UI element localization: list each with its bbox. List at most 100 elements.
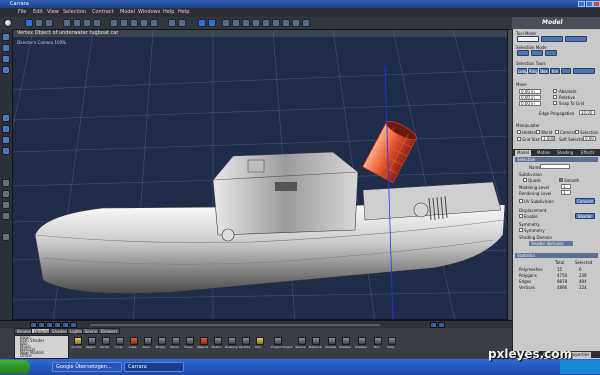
hand-icon[interactable] (2, 212, 10, 220)
display-icon[interactable] (252, 19, 260, 27)
task-google[interactable]: Google Übersetzgen... (52, 362, 122, 372)
select-tool-icon[interactable] (63, 19, 71, 27)
sel-extra-button[interactable] (561, 68, 571, 74)
render-area-icon[interactable] (208, 19, 216, 27)
preview-icon[interactable] (282, 19, 290, 27)
lib-item-cone[interactable]: Cone (115, 337, 124, 349)
lib-item-plane[interactable]: Plane (170, 337, 180, 349)
task-carrara[interactable]: Carrara (124, 362, 184, 372)
sel-loop-button[interactable]: Loop (517, 68, 528, 74)
name-field[interactable] (540, 164, 570, 169)
lib-item-tool[interactable]: Tool (374, 337, 382, 349)
lib-item-drawing[interactable]: Drawing (225, 337, 237, 349)
tab-shading[interactable]: Shading (555, 150, 575, 156)
lib-item-network[interactable]: Network (309, 337, 322, 349)
sel-mode-vertex[interactable] (517, 50, 529, 56)
fog-icon[interactable] (272, 19, 280, 27)
rotate-icon[interactable] (2, 55, 10, 63)
move-x-field[interactable]: 0.00 in (519, 89, 541, 94)
cone-icon[interactable] (93, 19, 101, 27)
maximize-icon[interactable] (586, 1, 593, 7)
lib-item-shadow-2[interactable]: Shadow (355, 337, 367, 349)
move-icon[interactable] (2, 44, 10, 52)
quads-radio[interactable] (523, 178, 527, 182)
cylinder-icon[interactable] (120, 19, 128, 27)
lib-item-magnet[interactable]: Magnet (197, 337, 208, 349)
relative-radio[interactable] (553, 95, 557, 99)
3d-viewport[interactable]: Vertex Object of underwater tugboat.car … (12, 29, 508, 320)
minimize-icon[interactable] (578, 1, 585, 7)
spline-icon[interactable] (168, 19, 176, 27)
lib-item-motion[interactable]: Motion (211, 337, 222, 349)
layout-icon[interactable] (232, 19, 240, 27)
lib-item-sphere[interactable]: Sphere (295, 337, 306, 349)
track-icon[interactable] (2, 147, 10, 155)
orbit-icon[interactable] (2, 125, 10, 133)
rotate-tool-icon[interactable] (35, 19, 43, 27)
sphere-icon[interactable] (4, 19, 12, 27)
tab-model[interactable]: Model (515, 150, 532, 156)
symmetry-checkbox[interactable] (519, 228, 523, 232)
lib-item-empty[interactable]: Empty (156, 337, 166, 349)
camera-icon[interactable] (83, 19, 91, 27)
lib-item-vertex[interactable]: Vertex (100, 337, 110, 349)
edge-propagation-field[interactable]: 10.00 (579, 110, 595, 115)
camera-radio[interactable] (555, 130, 559, 134)
sel-ring-button[interactable]: Ring (528, 68, 538, 74)
pan-icon[interactable] (2, 114, 10, 122)
lib-item-deco[interactable]: Deco (143, 337, 152, 349)
lib-item-cube[interactable]: Cube (129, 337, 138, 349)
tool-mode-btn-3[interactable] (565, 36, 587, 42)
lib-item-shadow[interactable]: Shadow (339, 337, 351, 349)
cube-icon[interactable] (110, 19, 118, 27)
menu-contract[interactable]: Contract (92, 9, 114, 15)
render-icon[interactable] (198, 19, 206, 27)
arrow-tool-icon[interactable] (2, 33, 10, 41)
modeling-level-field[interactable]: 1 (561, 184, 571, 189)
plane-icon[interactable] (140, 19, 148, 27)
lib-item-faces[interactable]: Faces (184, 337, 194, 349)
vertex-icon[interactable] (150, 19, 158, 27)
smooth-radio[interactable] (559, 178, 563, 182)
close-icon[interactable] (593, 1, 600, 7)
boat-cabin[interactable] (212, 151, 359, 236)
tool-mode-btn-2[interactable] (541, 36, 563, 42)
tool-mode-btn-1[interactable] (517, 36, 539, 42)
zoom-icon[interactable] (2, 201, 10, 209)
shading-icon[interactable] (262, 19, 270, 27)
tab-motion[interactable]: Motion (535, 150, 553, 156)
tab-effects[interactable]: Effects (579, 150, 597, 156)
scene-svg[interactable] (13, 30, 508, 320)
absolute-radio[interactable] (553, 89, 557, 93)
window-icon[interactable] (222, 19, 230, 27)
sel-mode-face[interactable] (545, 50, 557, 56)
time-slider[interactable] (90, 324, 380, 326)
scale-tool-icon[interactable] (45, 19, 53, 27)
menu-edit[interactable]: Edit (33, 9, 43, 15)
lib-item-object[interactable]: Object (86, 337, 96, 349)
scale-icon[interactable] (2, 66, 10, 74)
sel-box-button[interactable]: Box (539, 68, 549, 74)
uv-subdivision-checkbox[interactable] (519, 199, 523, 203)
menu-selection[interactable]: Selection (63, 9, 86, 15)
torus-icon[interactable] (130, 19, 138, 27)
menu-file[interactable]: File (18, 9, 26, 15)
selection-radio[interactable] (575, 130, 579, 134)
start-button[interactable] (0, 360, 30, 374)
dolly-icon[interactable] (2, 136, 10, 144)
rendering-level-field[interactable]: 1 (561, 190, 571, 195)
menu-view[interactable]: View (47, 9, 59, 15)
lib-tab-browser-2[interactable]: Browser (98, 328, 121, 334)
camera-view-icon[interactable] (242, 19, 250, 27)
light-icon[interactable] (73, 19, 81, 27)
shader-button[interactable]: Shader (575, 213, 595, 219)
grid-icon[interactable] (292, 19, 300, 27)
options-icon[interactable] (302, 19, 310, 27)
paint-icon[interactable] (2, 233, 10, 241)
sel-mode-edge[interactable] (531, 50, 543, 56)
grid-size-checkbox[interactable] (517, 137, 521, 141)
soft-selection-field[interactable]: 0.00 (583, 136, 596, 141)
move-tool-icon[interactable] (25, 19, 33, 27)
eyedropper-icon[interactable] (2, 179, 10, 187)
menu-model[interactable]: Model (120, 9, 135, 15)
